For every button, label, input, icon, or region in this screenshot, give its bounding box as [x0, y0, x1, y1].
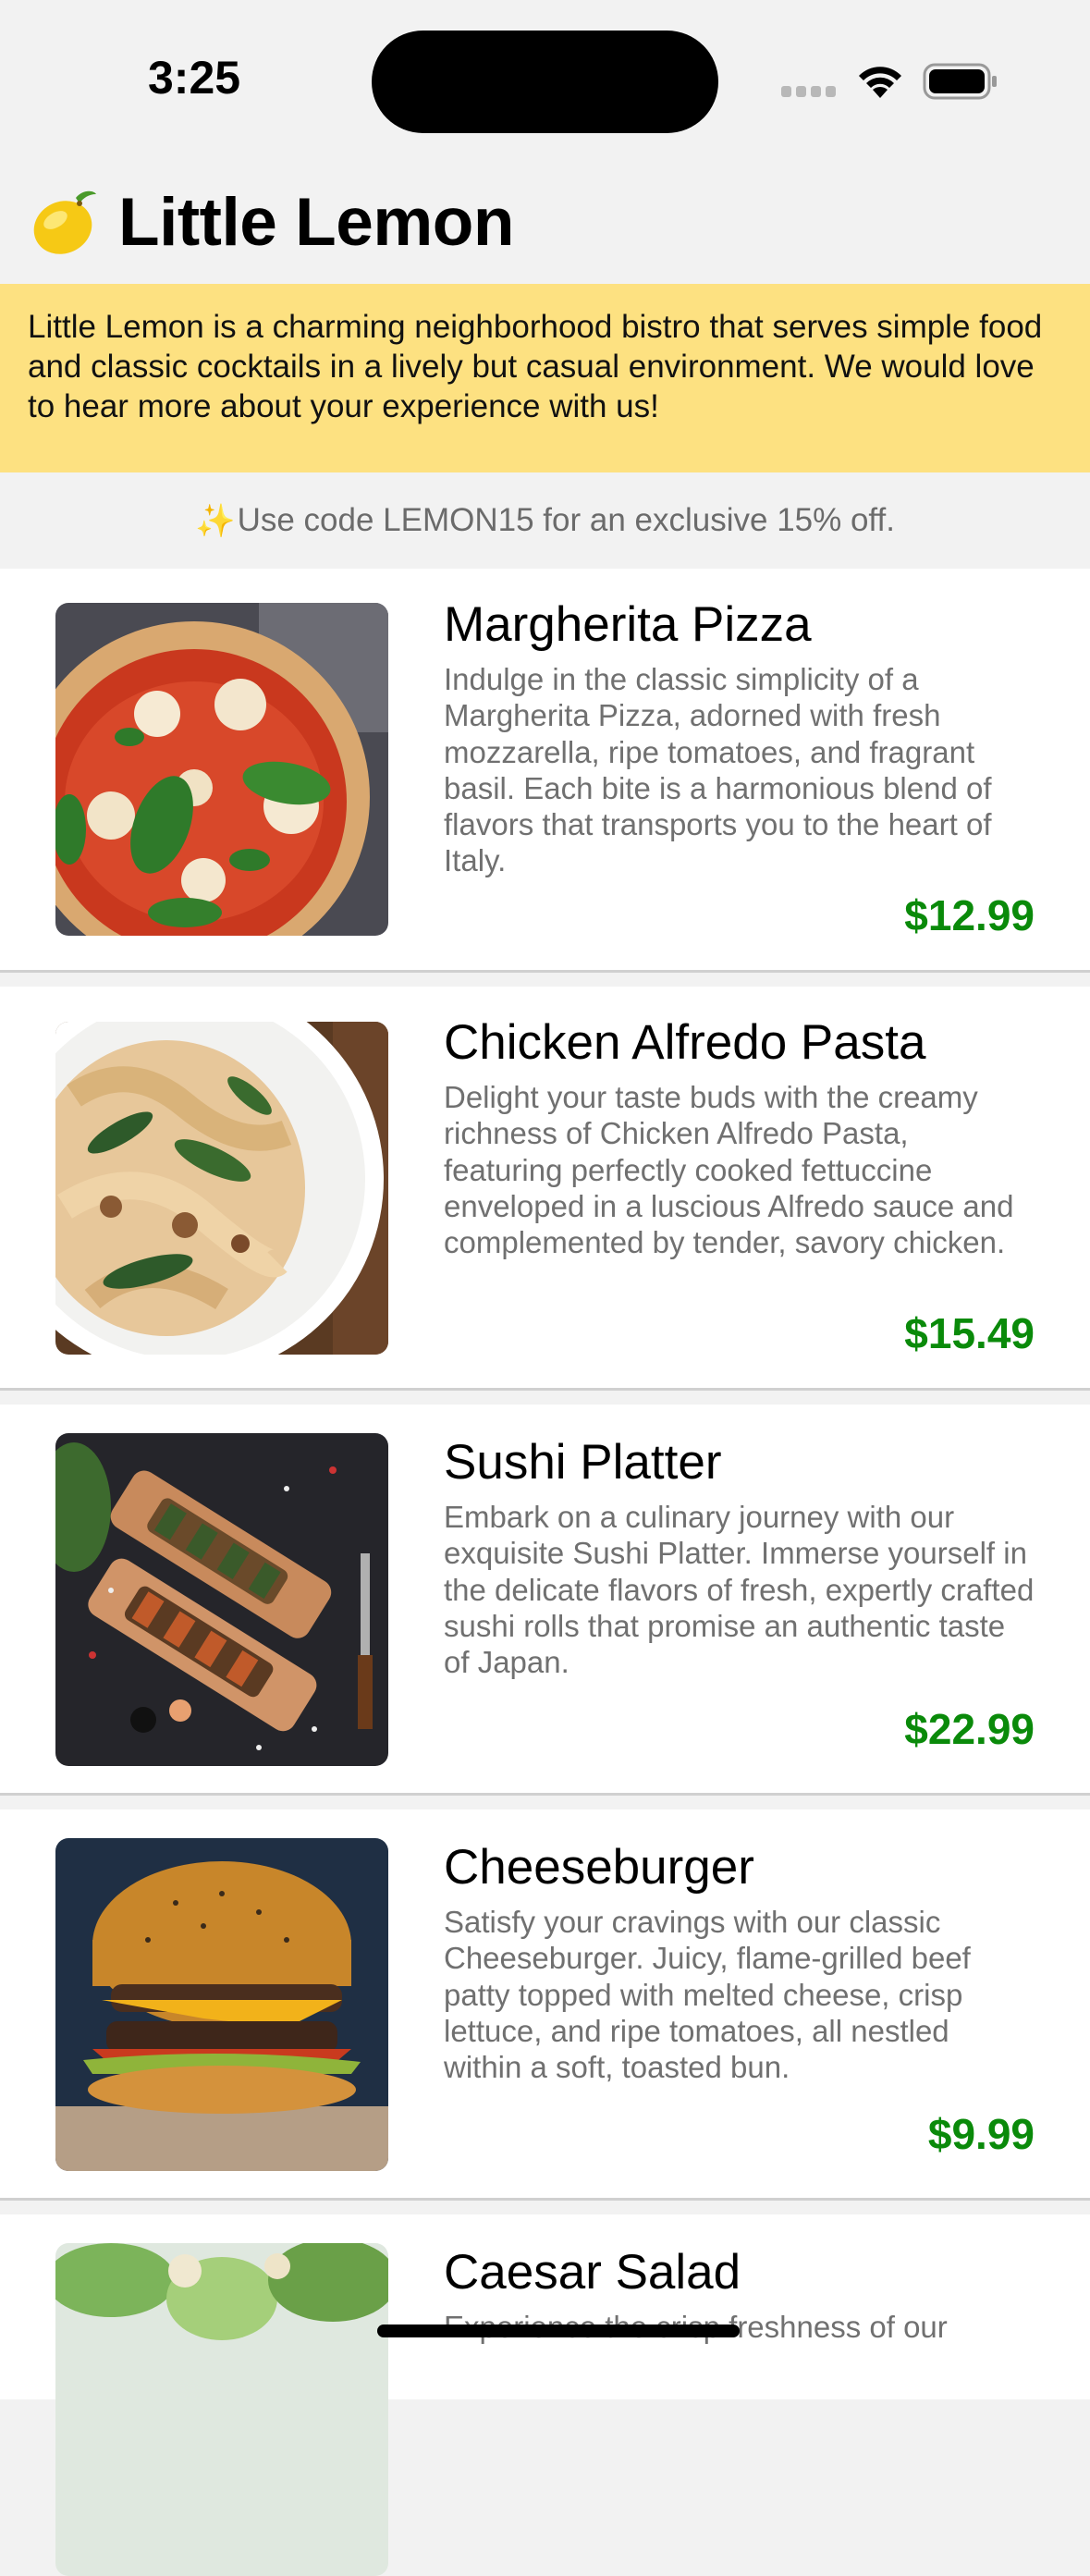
- item-price: $12.99: [904, 891, 1035, 939]
- item-name: Cheeseburger: [444, 1840, 754, 1895]
- item-price: $15.49: [904, 1309, 1035, 1357]
- home-indicator[interactable]: [377, 2325, 740, 2337]
- salad-photo: [55, 2243, 388, 2576]
- wifi-icon: [859, 67, 901, 98]
- status-bar: 3:25: [0, 0, 1090, 162]
- dynamic-island: [372, 31, 718, 133]
- menu-item[interactable]: Margherita Pizza Indulge in the classic …: [0, 569, 1090, 973]
- lemon-icon: [33, 190, 96, 254]
- item-description: Delight your taste buds with the creamy …: [444, 1080, 1014, 1260]
- app-title: Little Lemon: [118, 184, 514, 260]
- item-name: Sushi Platter: [444, 1435, 722, 1490]
- menu-item[interactable]: Chicken Alfredo Pasta Delight your taste…: [0, 987, 1090, 1391]
- item-price: $22.99: [904, 1705, 1035, 1753]
- cellular-signal-icon: [781, 86, 837, 97]
- menu-item[interactable]: Sushi Platter Embark on a culinary journ…: [0, 1405, 1090, 1796]
- item-price: $9.99: [927, 2110, 1035, 2158]
- intro-banner: Little Lemon is a charming neighborhood …: [0, 284, 1090, 472]
- sparkle-icon: ✨: [195, 502, 236, 539]
- menu-item[interactable]: Caesar Salad Experience the crisp freshn…: [0, 2214, 1090, 2576]
- burger-photo: [55, 1838, 388, 2171]
- pizza-photo: [55, 603, 388, 936]
- item-description: Indulge in the classic simplicity of a M…: [444, 662, 992, 878]
- item-name: Caesar Salad: [444, 2245, 741, 2300]
- battery-icon: [923, 63, 997, 100]
- status-time: 3:25: [148, 52, 241, 104]
- item-description: Embark on a culinary journey with our ex…: [444, 1500, 1035, 1680]
- menu-item[interactable]: Cheeseburger Satisfy your cravings with …: [0, 1809, 1090, 2201]
- item-description: Satisfy your cravings with our classic C…: [444, 1905, 971, 2085]
- item-name: Chicken Alfredo Pasta: [444, 1015, 926, 1070]
- sushi-photo: [55, 1433, 388, 1766]
- promo-text: Use code LEMON15 for an exclusive 15% of…: [237, 502, 895, 538]
- item-name: Margherita Pizza: [444, 597, 812, 652]
- pasta-photo: [55, 1022, 388, 1355]
- intro-text: Little Lemon is a charming neighborhood …: [28, 309, 1043, 424]
- promo-banner: ✨ Use code LEMON15 for an exclusive 15% …: [0, 472, 1090, 569]
- app-header: Little Lemon: [28, 180, 514, 264]
